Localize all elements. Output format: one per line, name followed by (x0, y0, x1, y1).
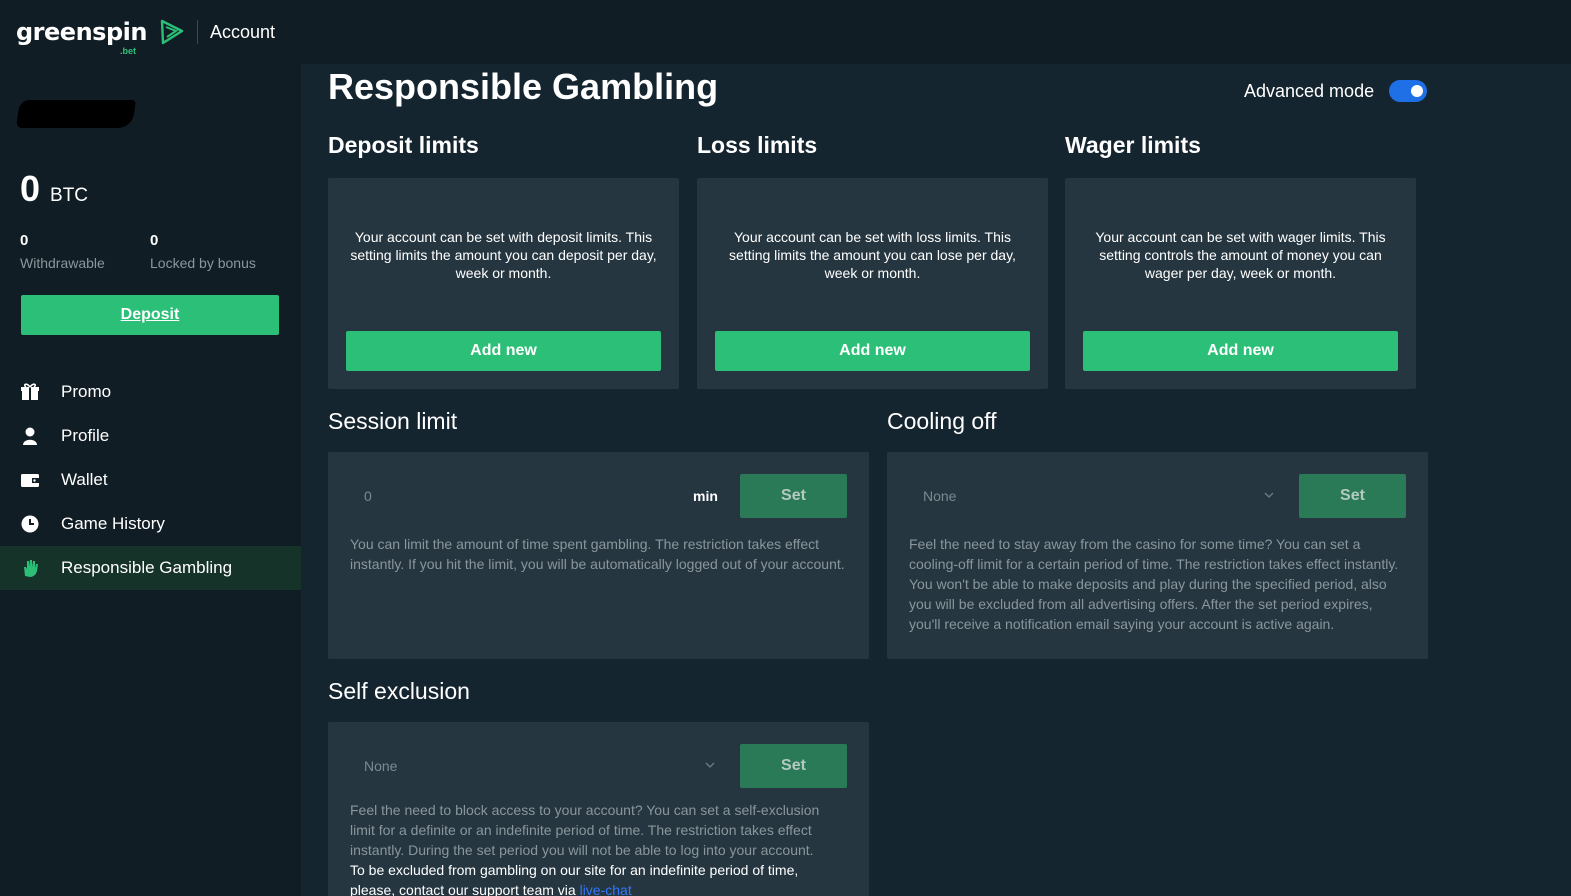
session-set-button[interactable]: Set (740, 474, 847, 518)
session-unit-label: min (693, 488, 718, 504)
add-wager-limit-button[interactable]: Add new (1083, 331, 1398, 371)
sidebar-item-label: Wallet (61, 470, 108, 489)
withdrawable-label: Withdrawable (20, 255, 105, 271)
balance: 0 BTC (20, 168, 88, 210)
sidebar-item-profile[interactable]: Profile (0, 414, 301, 458)
cooling-off-title: Cooling off (887, 408, 997, 434)
sidebar-item-promo[interactable]: Promo (0, 370, 301, 414)
sidebar-item-game-history[interactable]: Game History (0, 502, 301, 546)
self-exclusion-description: Feel the need to block access to your ac… (350, 800, 847, 896)
session-minutes-input[interactable]: 0 (350, 474, 720, 518)
locked-value: 0 (150, 232, 159, 249)
logo-suffix: .bet (120, 46, 137, 56)
deposit-limits-card: Your account can be set with deposit lim… (328, 178, 679, 389)
loss-limits-title: Loss limits (697, 132, 818, 158)
deposit-limits-description: Your account can be set with deposit lim… (350, 229, 657, 281)
sidebar-item-label: Promo (61, 382, 112, 401)
withdrawable-value: 0 (20, 232, 29, 249)
sidebar-nav: Promo Profile Wallet Game History Respon… (0, 370, 301, 590)
balance-amount: 0 (20, 168, 41, 209)
self-exclusion-text: Feel the need to block access to your ac… (350, 802, 820, 858)
greenspin-logo[interactable]: greenspin .bet (16, 18, 185, 56)
self-exclusion-select[interactable]: None (350, 744, 720, 788)
top-bar: greenspin .bet Account (0, 0, 1571, 64)
redacted-username (16, 100, 136, 128)
sidebar-item-responsible-gambling[interactable]: Responsible Gambling (0, 546, 301, 590)
live-chat-link[interactable]: live-chat (580, 882, 632, 896)
cooling-off-description: Feel the need to stay away from the casi… (909, 536, 1399, 632)
leaf-logo-icon (160, 19, 184, 45)
wager-limits-card: Your account can be set with wager limit… (1065, 178, 1416, 389)
sidebar-item-label: Game History (61, 514, 165, 533)
page-section-title: Account (209, 21, 275, 42)
gift-icon (20, 382, 40, 402)
advanced-mode-control: Advanced mode (1244, 80, 1428, 102)
loss-limits-description: Your account can be set with loss limits… (729, 229, 1016, 281)
cooling-off-select[interactable]: None (909, 474, 1279, 518)
loss-limits-card: Your account can be set with loss limits… (697, 178, 1048, 389)
locked-label: Locked by bonus (150, 255, 256, 271)
add-deposit-limit-button[interactable]: Add new (346, 331, 661, 371)
advanced-mode-toggle[interactable] (1389, 80, 1428, 102)
deposit-limits-title: Deposit limits (328, 132, 479, 158)
sidebar-item-label: Responsible Gambling (61, 558, 233, 577)
main-content: Responsible Gambling Advanced mode Depos… (301, 64, 1571, 896)
logo-text: greenspin (16, 18, 147, 46)
deposit-button[interactable]: Deposit (21, 295, 279, 335)
sidebar-item-label: Profile (61, 426, 110, 445)
user-icon (20, 426, 40, 446)
withdrawable-balance: 0 Withdrawable (20, 232, 105, 271)
sidebar-item-wallet[interactable]: Wallet (0, 458, 301, 502)
advanced-mode-label: Advanced mode (1244, 80, 1375, 101)
sidebar: 0 BTC 0 Withdrawable 0 Locked by bonus D… (0, 64, 301, 896)
topbar-divider (196, 20, 198, 44)
session-limit-panel: 0 min Set You can limit the amount of ti… (328, 452, 869, 659)
self-exclusion-set-button[interactable]: Set (740, 744, 847, 788)
wager-limits-description: Your account can be set with wager limit… (1095, 229, 1386, 281)
clock-icon (20, 514, 40, 534)
self-exclusion-note: To be excluded from gambling on our site… (350, 862, 799, 896)
session-limit-description: You can limit the amount of time spent g… (350, 536, 845, 572)
cooling-off-set-button[interactable]: Set (1299, 474, 1406, 518)
session-limit-title: Session limit (328, 408, 458, 434)
chevron-down-icon (705, 762, 715, 768)
self-exclusion-title: Self exclusion (328, 678, 470, 704)
wager-limits-title: Wager limits (1065, 132, 1201, 158)
self-exclusion-panel: None Set Feel the need to block access t… (328, 722, 869, 896)
wallet-icon (20, 470, 40, 490)
add-loss-limit-button[interactable]: Add new (715, 331, 1030, 371)
chevron-down-icon (1264, 492, 1274, 498)
hand-icon (20, 558, 40, 578)
locked-balance: 0 Locked by bonus (150, 232, 256, 271)
cooling-off-panel: None Set Feel the need to stay away from… (887, 452, 1428, 659)
balance-currency: BTC (50, 185, 89, 206)
page-title: Responsible Gambling (328, 66, 719, 107)
